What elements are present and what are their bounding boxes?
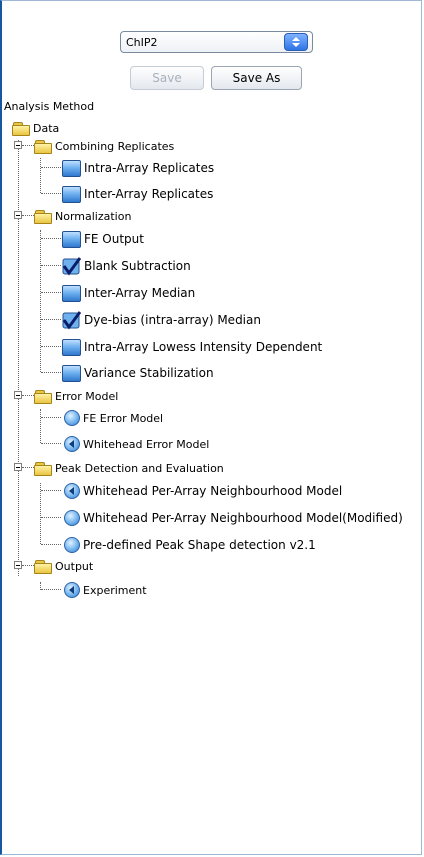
tree-leaf-blank-subtraction[interactable]: Blank Subtraction <box>62 256 191 276</box>
tree-node-label: Data <box>33 121 60 135</box>
collapse-combining-icon[interactable] <box>14 141 22 149</box>
tree-leaf-label: FE Error Model <box>83 411 164 425</box>
collapse-error-model-icon[interactable] <box>14 391 22 399</box>
radio-option-icon <box>64 410 80 426</box>
collapse-normalization-icon[interactable] <box>14 211 22 219</box>
radio-selected-icon <box>64 582 80 598</box>
tree-node-data[interactable]: Data <box>12 118 59 138</box>
radio-option-icon <box>64 510 80 526</box>
tree-node-label: Output <box>55 559 94 573</box>
radio-option-icon <box>64 537 80 553</box>
tree-leaf-label: Inter-Array Replicates <box>84 187 214 201</box>
folder-open-icon <box>34 461 52 476</box>
method-square-icon <box>62 364 81 382</box>
tree-leaf-label: Pre-defined Peak Shape detection v2.1 <box>83 538 316 552</box>
folder-open-icon <box>34 209 52 224</box>
tree-leaf-label: Whitehead Per-Array Neighbourhood Model(… <box>83 511 403 525</box>
tree-node-error-model[interactable]: Error Model <box>34 386 118 406</box>
method-square-icon <box>62 338 81 356</box>
tree-node-label: Error Model <box>55 389 119 403</box>
radio-selected-icon <box>64 483 80 499</box>
tree-leaf-label: Whitehead Error Model <box>83 437 210 451</box>
tree-leaf-inter-array-median[interactable]: Inter-Array Median <box>62 283 195 303</box>
radio-selected-icon <box>64 436 80 452</box>
folder-open-icon <box>34 559 52 574</box>
checked-method-icon <box>62 310 81 330</box>
tree-leaf-label: Dye-bias (intra-array) Median <box>84 313 261 327</box>
tree-node-peak-detection[interactable]: Peak Detection and Evaluation <box>34 458 224 478</box>
tree-leaf-label: Experiment <box>83 583 147 597</box>
tree-leaf-label: Blank Subtraction <box>84 259 191 273</box>
collapse-peak-icon[interactable] <box>14 463 22 471</box>
method-square-icon <box>62 185 81 203</box>
tree-leaf-whitehead-neighbourhood-modified[interactable]: Whitehead Per-Array Neighbourhood Model(… <box>64 508 403 528</box>
collapse-output-icon[interactable] <box>14 561 22 569</box>
tree-node-output[interactable]: Output <box>34 556 93 576</box>
tree-node-combining-replicates[interactable]: Combining Replicates <box>34 136 174 156</box>
tree-leaf-experiment[interactable]: Experiment <box>64 580 147 600</box>
tree-leaf-intra-array-lowess[interactable]: Intra-Array Lowess Intensity Dependent <box>62 337 322 357</box>
tree-leaf-label: FE Output <box>84 232 144 246</box>
tree-leaf-fe-output[interactable]: FE Output <box>62 229 144 249</box>
tree-leaf-inter-array-replicates[interactable]: Inter-Array Replicates <box>62 184 213 204</box>
tree-leaf-label: Intra-Array Replicates <box>84 161 215 175</box>
folder-open-icon <box>34 389 52 404</box>
tree-leaf-label: Intra-Array Lowess Intensity Dependent <box>84 340 323 354</box>
tree-leaf-fe-error-model[interactable]: FE Error Model <box>64 408 163 428</box>
analysis-method-tree: Data Combining Replicates Intra-Array Re… <box>0 0 424 857</box>
method-square-icon <box>62 230 81 248</box>
method-square-icon <box>62 159 81 177</box>
tree-leaf-label: Whitehead Per-Array Neighbourhood Model <box>83 484 343 498</box>
tree-node-label: Normalization <box>55 209 132 223</box>
method-square-icon <box>62 284 81 302</box>
tree-leaf-label: Variance Stabilization <box>84 366 214 380</box>
tree-leaf-whitehead-error-model[interactable]: Whitehead Error Model <box>64 434 209 454</box>
tree-leaf-dye-bias-median[interactable]: Dye-bias (intra-array) Median <box>62 310 261 330</box>
tree-node-normalization[interactable]: Normalization <box>34 206 131 226</box>
folder-open-icon <box>12 121 30 136</box>
tree-leaf-whitehead-neighbourhood[interactable]: Whitehead Per-Array Neighbourhood Model <box>64 481 342 501</box>
folder-open-icon <box>34 139 52 154</box>
checked-method-icon <box>62 256 81 276</box>
tree-leaf-label: Inter-Array Median <box>84 286 196 300</box>
tree-leaf-peak-shape-detection[interactable]: Pre-defined Peak Shape detection v2.1 <box>64 535 316 555</box>
tree-node-label: Peak Detection and Evaluation <box>55 461 224 475</box>
tree-leaf-intra-array-replicates[interactable]: Intra-Array Replicates <box>62 158 214 178</box>
tree-leaf-variance-stabilization[interactable]: Variance Stabilization <box>62 363 214 383</box>
tree-node-label: Combining Replicates <box>55 139 175 153</box>
